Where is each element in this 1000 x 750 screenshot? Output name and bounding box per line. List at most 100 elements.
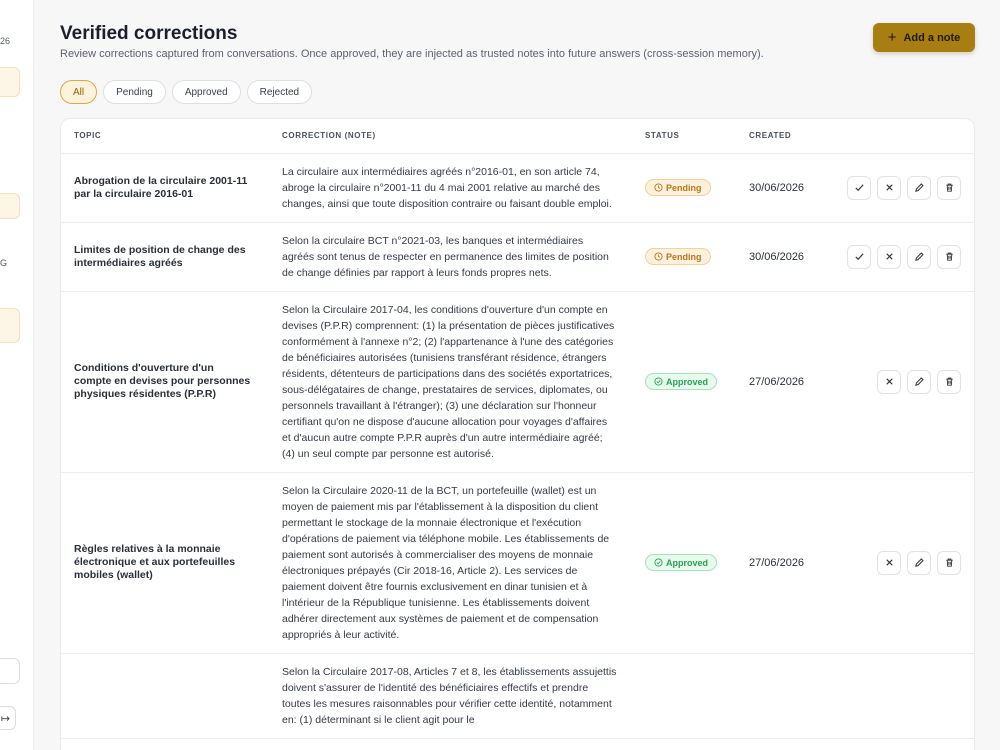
status-label: Pending [666, 182, 702, 193]
column-header-actions [828, 119, 974, 154]
clock-icon [654, 252, 663, 261]
logout-button[interactable]: ↦ [0, 706, 16, 730]
row-status-cell: Pending [632, 222, 736, 292]
close-icon [885, 184, 893, 191]
clock-icon [654, 183, 663, 192]
table-row: Abrogation de la circulaire 2001-11 par … [61, 153, 974, 223]
row-actions [828, 472, 974, 654]
edit-button[interactable] [907, 244, 931, 269]
row-note: Selon la Circulaire 2017-04, les conditi… [269, 291, 632, 473]
table-header-row: TOPIC CORRECTION (NOTE) STATUS CREATED [61, 119, 974, 154]
row-topic: Limites de position de change des interm… [61, 222, 269, 292]
filter-label: Rejected [259, 86, 300, 98]
check-icon [854, 184, 864, 192]
pencil-icon [914, 558, 924, 567]
row-topic [61, 653, 269, 739]
trash-icon [945, 183, 953, 192]
trash-icon [945, 377, 953, 386]
table-row: Selon la Circulaire 2017-08, Articles 7 … [61, 653, 974, 739]
filter-label: All [73, 86, 85, 98]
row-actions [828, 153, 974, 223]
column-header-correction: CORRECTION (NOTE) [269, 119, 632, 154]
page-subtitle: Review corrections captured from convers… [60, 48, 764, 60]
trash-icon [945, 558, 953, 567]
approve-button[interactable] [847, 244, 871, 269]
close-icon [885, 559, 893, 566]
row-note: La circulaire aux intermédiaires agréés … [269, 153, 632, 223]
reject-button[interactable] [877, 244, 901, 269]
pencil-icon [914, 377, 924, 386]
delete-button[interactable] [937, 175, 961, 200]
reject-button[interactable] [877, 369, 901, 394]
approve-button[interactable] [847, 175, 871, 200]
row-status-cell [632, 653, 736, 739]
delete-button[interactable] [937, 550, 961, 575]
row-topic: Conditions d'ouverture d'un compte en de… [61, 291, 269, 473]
sidebar: 26 G ↦ [0, 0, 34, 750]
status-badge: Approved [645, 373, 718, 390]
sidebar-item[interactable] [0, 193, 20, 219]
sidebar-item[interactable] [0, 308, 20, 343]
delete-button[interactable] [937, 369, 961, 394]
edit-button[interactable] [907, 550, 931, 575]
status-badge: Approved [645, 554, 718, 571]
row-created: 27/06/2026 [736, 291, 828, 473]
row-created [736, 653, 828, 739]
row-topic: Abrogation de la circulaire 2001-11 par … [61, 153, 269, 223]
filter-label: Approved [184, 86, 228, 98]
column-header-status: STATUS [632, 119, 736, 154]
filter-chip-pending[interactable]: Pending [103, 80, 166, 104]
status-badge: Pending [645, 179, 711, 196]
sidebar-text-fragment: G [0, 258, 8, 268]
page-title: Verified corrections [60, 23, 238, 44]
row-topic: Règles relatives à la monnaie électroniq… [61, 472, 269, 654]
filter-chip-all[interactable]: All [60, 80, 98, 104]
add-note-button[interactable]: + Add a note [873, 23, 975, 52]
row-note: Selon la Circulaire 2017-08, Articles 7 … [269, 653, 632, 739]
row-created: 27/06/2026 [736, 472, 828, 654]
reject-button[interactable] [877, 175, 901, 200]
row-actions [828, 222, 974, 292]
row-created: 30/06/2026 [736, 153, 828, 223]
row-note: Selon la Circulaire 2020-11 de la BCT, u… [269, 472, 632, 654]
table-row: Limites de position de change des interm… [61, 222, 974, 292]
status-filters: All Pending Approved Rejected [60, 80, 313, 104]
row-actions [828, 291, 974, 473]
row-actions [828, 653, 974, 739]
column-header-topic: TOPIC [61, 119, 269, 154]
filter-chip-rejected[interactable]: Rejected [246, 80, 313, 104]
table-row: Règles relatives à la monnaie électroniq… [61, 472, 974, 654]
table-row: Conditions d'ouverture d'un compte en de… [61, 291, 974, 473]
check-circle-icon [654, 558, 663, 567]
row-note: Selon la circulaire BCT n°2021-03, les b… [269, 222, 632, 292]
filter-chip-approved[interactable]: Approved [171, 80, 241, 104]
sidebar-input[interactable] [0, 658, 20, 684]
row-status-cell: Pending [632, 153, 736, 223]
pencil-icon [914, 252, 924, 261]
sidebar-item[interactable] [0, 67, 20, 97]
status-label: Pending [666, 251, 702, 262]
check-icon [854, 253, 864, 261]
status-label: Approved [666, 557, 709, 568]
edit-button[interactable] [907, 175, 931, 200]
logout-icon: ↦ [0, 712, 10, 725]
row-created: 30/06/2026 [736, 222, 828, 292]
status-badge: Pending [645, 248, 711, 265]
close-icon [885, 253, 893, 260]
sidebar-text-fragment: 26 [0, 36, 11, 46]
check-circle-icon [654, 377, 663, 386]
filter-label: Pending [116, 86, 153, 98]
row-status-cell: Approved [632, 472, 736, 654]
edit-button[interactable] [907, 369, 931, 394]
row-status-cell: Approved [632, 291, 736, 473]
corrections-table: TOPIC CORRECTION (NOTE) STATUS CREATED A… [60, 118, 975, 750]
trash-icon [945, 252, 953, 261]
delete-button[interactable] [937, 244, 961, 269]
plus-icon: + [887, 29, 897, 46]
reject-button[interactable] [877, 550, 901, 575]
add-note-label: Add a note [903, 31, 961, 44]
pencil-icon [914, 183, 924, 192]
column-header-created: CREATED [736, 119, 828, 154]
status-label: Approved [666, 376, 709, 387]
close-icon [885, 378, 893, 385]
